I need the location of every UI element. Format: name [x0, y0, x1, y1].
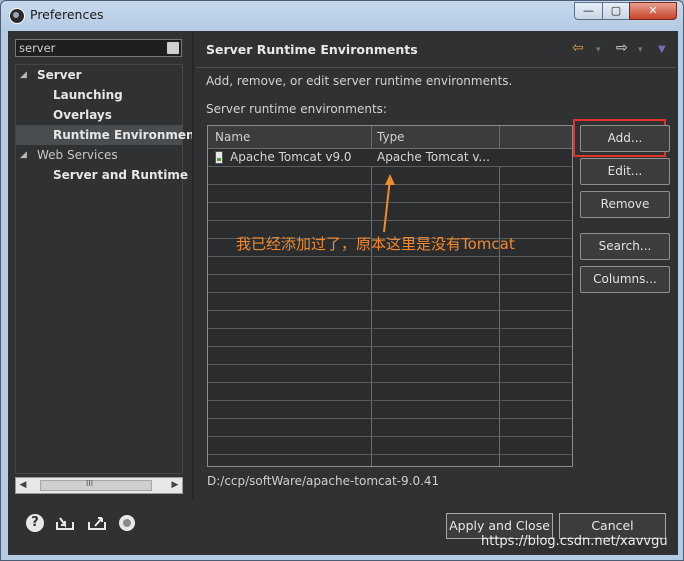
filter-input[interactable]: server	[15, 39, 182, 57]
search-button[interactable]: Search...	[580, 233, 670, 260]
tree-horizontal-scrollbar[interactable]: ◀ III ▶	[15, 477, 183, 494]
tree-item-runtime-environments[interactable]: Runtime Environmen	[16, 125, 195, 145]
preference-page: Server Runtime Environments ⇦ ▾ ⇨ ▾ ▼ Ad…	[194, 31, 678, 501]
columns-button-label: Columns...	[593, 272, 657, 286]
tree-item-label: Server	[37, 68, 82, 82]
scroll-grip: III	[86, 479, 94, 488]
remove-button-label: Remove	[600, 197, 650, 211]
preference-tree: ◢ Server Launching Overlays Runtime Envi…	[15, 64, 195, 474]
close-button[interactable]: ✕	[629, 2, 677, 20]
preference-sidebar: server ◢ Server Launching Overlays Runti…	[8, 31, 195, 501]
tree-item-label: Launching	[53, 88, 123, 102]
add-button-label: Add...	[607, 131, 643, 145]
cancel-label: Cancel	[591, 518, 634, 533]
search-button-label: Search...	[598, 239, 652, 253]
maximize-button[interactable]: ▢	[602, 2, 630, 20]
runtime-location-path: D:/ccp/softWare/apache-tomcat-9.0.41	[207, 474, 440, 488]
oomph-icon[interactable]	[117, 514, 137, 532]
tree-item-label: Web Services	[37, 148, 118, 162]
window-title: Preferences	[30, 7, 104, 22]
edit-button-label: Edit...	[607, 164, 643, 178]
remove-button[interactable]: Remove	[580, 191, 670, 218]
clear-filter-icon[interactable]	[167, 42, 179, 54]
expanded-icon[interactable]: ◢	[20, 145, 27, 165]
dialog-client: server ◢ Server Launching Overlays Runti…	[8, 31, 678, 555]
annotation-text: 我已经添加过了，原本这里是没有Tomcat	[236, 235, 515, 253]
title-bar: Preferences — ▢ ✕	[1, 1, 683, 31]
tree-item-label: Runtime Environmen	[53, 128, 195, 142]
scroll-left-icon[interactable]: ◀	[17, 478, 29, 493]
apply-and-close-label: Apply and Close	[449, 518, 550, 533]
tree-item-label: Server and Runtime	[53, 168, 188, 182]
add-button[interactable]: Add...	[580, 125, 670, 152]
tree-item-label: Overlays	[53, 108, 112, 122]
minimize-button[interactable]: —	[574, 2, 603, 20]
csdn-watermark: https://blog.csdn.net/xavvgu	[481, 534, 668, 549]
columns-button[interactable]: Columns...	[580, 266, 670, 293]
scroll-right-icon[interactable]: ▶	[169, 478, 181, 493]
help-icon[interactable]: ?	[26, 514, 44, 532]
scroll-thumb[interactable]: III	[40, 479, 152, 491]
export-icon[interactable]	[86, 514, 106, 532]
expanded-icon[interactable]: ◢	[20, 65, 27, 85]
preferences-window: Preferences — ▢ ✕ server ◢ Server Launch…	[0, 0, 684, 561]
edit-button[interactable]: Edit...	[580, 158, 670, 185]
filter-text: server	[19, 41, 56, 55]
import-icon[interactable]	[54, 514, 74, 532]
eclipse-icon	[9, 8, 25, 24]
